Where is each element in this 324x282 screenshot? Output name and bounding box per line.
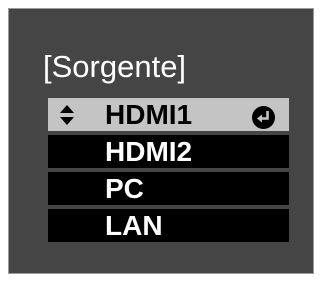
source-item-lan[interactable]: LAN xyxy=(48,209,289,242)
source-item-label: HDMI1 xyxy=(105,99,193,130)
source-item-label: PC xyxy=(105,173,144,204)
source-item-label: HDMI2 xyxy=(105,136,193,167)
source-list: HDMI1 HDMI2 PC LAN xyxy=(48,98,289,246)
source-item-hdmi1[interactable]: HDMI1 xyxy=(48,98,289,131)
source-item-label: LAN xyxy=(105,210,163,241)
source-item-pc[interactable]: PC xyxy=(48,172,289,205)
source-item-hdmi2[interactable]: HDMI2 xyxy=(48,135,289,168)
source-menu-panel: [Sorgente] HDMI1 HDMI2 PC LAN xyxy=(8,8,314,274)
menu-title: [Sorgente] xyxy=(43,49,187,84)
enter-icon xyxy=(252,103,275,129)
up-down-arrow-icon xyxy=(58,98,76,131)
